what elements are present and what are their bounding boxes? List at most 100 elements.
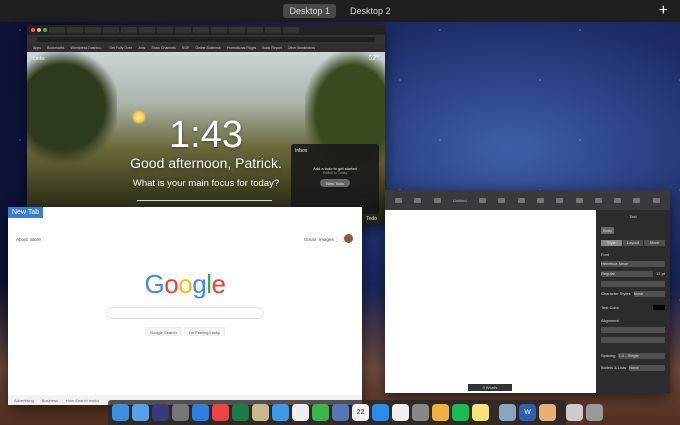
address-bar[interactable] xyxy=(27,35,385,44)
notes-icon[interactable] xyxy=(472,404,489,421)
weight-select[interactable]: Regular xyxy=(601,271,654,277)
bookmark[interactable]: Stock Channels xyxy=(151,46,176,50)
segment-style[interactable]: Style xyxy=(601,240,622,246)
folder-icon[interactable] xyxy=(539,404,556,421)
spacing-select[interactable]: 1.0 - Single xyxy=(618,353,665,359)
font-select[interactable]: Helvetica Neue xyxy=(601,261,665,267)
footer-link[interactable]: How Search works xyxy=(66,398,99,403)
tab[interactable] xyxy=(103,27,119,33)
view-icon[interactable] xyxy=(395,197,403,203)
text-color-well[interactable] xyxy=(653,305,665,310)
paragraph-style[interactable]: Body xyxy=(601,227,615,234)
bookmark[interactable]: Wordpress Dashbo... xyxy=(71,46,104,50)
trash-icon[interactable] xyxy=(586,404,603,421)
bookmark[interactable]: Promotional Pages xyxy=(227,46,257,50)
links-link[interactable]: Links xyxy=(33,56,45,62)
switch-today-link[interactable]: Switch to Today xyxy=(295,171,375,175)
zoom-icon[interactable] xyxy=(43,28,47,32)
bookmark[interactable]: Book Report xyxy=(262,46,281,50)
about-link[interactable]: About xyxy=(16,237,28,242)
indent-buttons[interactable] xyxy=(601,337,665,343)
tweetbot-icon[interactable] xyxy=(112,404,129,421)
text-icon[interactable] xyxy=(536,197,544,203)
calendar-icon[interactable]: 22 xyxy=(352,404,369,421)
media-icon[interactable] xyxy=(575,197,583,203)
images-link[interactable]: Images xyxy=(319,237,334,242)
word-icon[interactable]: W xyxy=(519,404,536,421)
bookmark[interactable]: RGP xyxy=(182,46,190,50)
focus-input[interactable] xyxy=(137,200,272,201)
store-link[interactable]: Store xyxy=(30,237,41,242)
tab[interactable] xyxy=(193,27,209,33)
itunes-icon[interactable] xyxy=(392,404,409,421)
bookmark[interactable]: Apps xyxy=(33,46,41,50)
tab[interactable] xyxy=(49,27,65,33)
new-todo-button[interactable]: New Todo xyxy=(320,179,350,187)
bullets-label[interactable]: Bullets & Lists xyxy=(601,365,626,371)
photos-icon[interactable] xyxy=(432,404,449,421)
window-tab[interactable]: New Tab xyxy=(8,207,44,218)
spacing-label[interactable]: Spacing xyxy=(601,353,615,359)
tab[interactable] xyxy=(157,27,173,33)
todo-link[interactable]: Todo xyxy=(366,216,377,222)
shape-icon[interactable] xyxy=(556,197,564,203)
siri-icon[interactable] xyxy=(152,404,169,421)
document-canvas[interactable]: 0 Words xyxy=(385,210,596,393)
excel-icon[interactable] xyxy=(232,404,249,421)
footer-link[interactable]: Business xyxy=(42,398,58,403)
pages-window[interactable]: Untitled 0 Words Text Body Style Layout Mo… xyxy=(385,190,670,393)
spotify-icon[interactable] xyxy=(452,404,469,421)
google-search-button[interactable]: Google Search xyxy=(145,327,182,336)
tab[interactable] xyxy=(121,27,137,33)
bold-italic-underline[interactable] xyxy=(601,281,665,287)
space-desktop-2[interactable]: Desktop 2 xyxy=(344,4,397,18)
minimize-icon[interactable] xyxy=(37,28,41,32)
table-icon[interactable] xyxy=(498,197,506,203)
inbox-title[interactable]: Inbox xyxy=(295,148,375,154)
search-input[interactable] xyxy=(106,307,264,319)
comment-icon[interactable] xyxy=(594,197,602,203)
safari-icon[interactable] xyxy=(192,404,209,421)
url-field[interactable] xyxy=(37,37,375,42)
scrivener-icon[interactable] xyxy=(252,404,269,421)
add-page-icon[interactable] xyxy=(433,197,441,203)
document-icon[interactable] xyxy=(652,197,660,203)
format-icon[interactable] xyxy=(633,197,641,203)
chart-icon[interactable] xyxy=(517,197,525,203)
messages-icon[interactable] xyxy=(272,404,289,421)
facetime-icon[interactable] xyxy=(312,404,329,421)
size-field[interactable]: 11 pt xyxy=(656,271,665,277)
alignment-buttons[interactable] xyxy=(601,327,665,333)
tab[interactable] xyxy=(139,27,155,33)
finder-icon[interactable] xyxy=(132,404,149,421)
bullets-select[interactable]: None xyxy=(629,365,665,371)
bookmark[interactable]: Jobs xyxy=(138,46,145,50)
bookmark[interactable]: Bookmarks xyxy=(47,46,65,50)
close-icon[interactable] xyxy=(31,28,35,32)
collaborate-icon[interactable] xyxy=(614,197,622,203)
system-preferences-icon[interactable] xyxy=(412,404,429,421)
avatar[interactable] xyxy=(344,234,353,243)
word-count[interactable]: 0 Words xyxy=(468,384,512,391)
bookmark[interactable]: Online Business xyxy=(195,46,220,50)
segment-layout[interactable]: Layout xyxy=(622,240,644,246)
tab[interactable] xyxy=(283,27,299,33)
chrome-window[interactable]: Apps Bookmarks Wordpress Dashbo... Get Full… xyxy=(27,25,385,225)
weather[interactable]: 52° xyxy=(368,55,379,62)
google-window[interactable]: New Tab About Store Gmail Images ⋮⋮ Goog… xyxy=(8,207,362,405)
mission-control-icon[interactable] xyxy=(499,404,516,421)
bookmark[interactable]: Get Fully Over xyxy=(109,46,132,50)
insert-icon[interactable] xyxy=(478,197,486,203)
add-space-button[interactable]: + xyxy=(659,2,668,20)
feeling-lucky-button[interactable]: I'm Feeling Lucky xyxy=(184,327,225,336)
chrome-icon[interactable] xyxy=(212,404,229,421)
tab[interactable] xyxy=(229,27,245,33)
scanner-icon[interactable] xyxy=(566,404,583,421)
space-desktop-1[interactable]: Desktop 1 xyxy=(283,4,336,18)
gmail-link[interactable]: Gmail xyxy=(304,237,316,242)
zoom-icon[interactable] xyxy=(414,197,422,203)
tab[interactable] xyxy=(265,27,281,33)
app-store-icon[interactable] xyxy=(372,404,389,421)
skype-icon[interactable] xyxy=(292,404,309,421)
tab[interactable] xyxy=(175,27,191,33)
